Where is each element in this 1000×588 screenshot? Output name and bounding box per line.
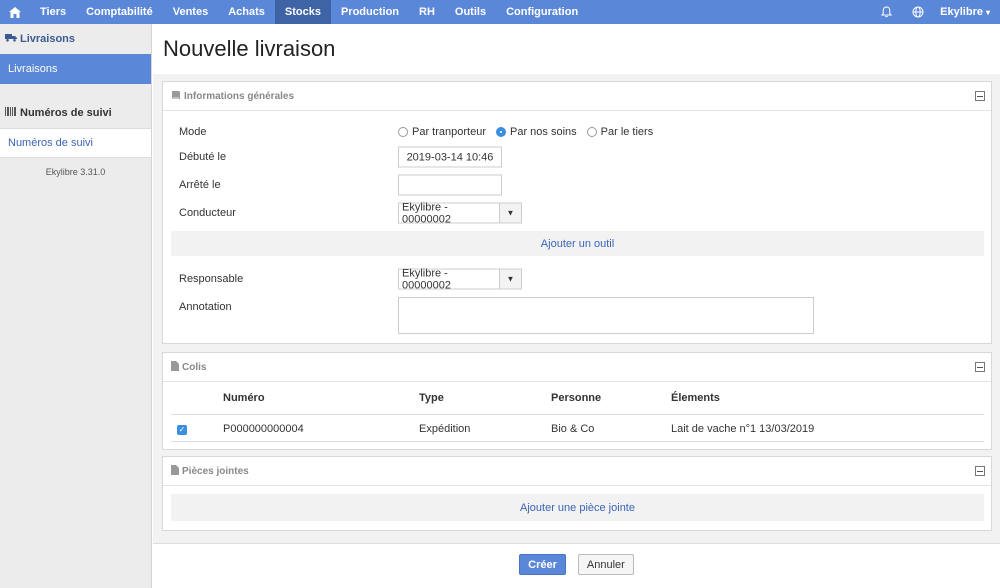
sidebar-item-livraisons[interactable]: Livraisons xyxy=(0,54,151,84)
started-label: Débuté le xyxy=(179,151,227,163)
cell-type: Expédition xyxy=(419,423,471,435)
nav-configuration[interactable]: Configuration xyxy=(496,0,588,24)
cell-numero: P000000000004 xyxy=(223,423,304,435)
radio-par-nos-soins[interactable]: Par nos soins xyxy=(495,126,577,138)
radio-label: Par le tiers xyxy=(600,126,654,138)
general-info-panel: Informations générales Mode Par tranport… xyxy=(162,81,992,344)
radio-button-icon xyxy=(398,127,408,137)
annotation-textarea[interactable] xyxy=(398,297,814,334)
responsible-row: Responsable Ekylibre - 00000002 ▼ xyxy=(163,267,991,291)
panel-header: Informations générales xyxy=(163,82,991,111)
collapse-icon[interactable] xyxy=(975,362,985,372)
home-icon[interactable] xyxy=(0,0,30,24)
bell-icon[interactable] xyxy=(870,0,902,24)
add-attachment-link[interactable]: Ajouter une pièce jointe xyxy=(520,502,635,514)
add-tool-link[interactable]: Ajouter un outil xyxy=(541,238,614,250)
caret-down-icon: ▼ xyxy=(499,269,521,289)
responsible-label: Responsable xyxy=(179,273,244,285)
radio-label: Par nos soins xyxy=(509,126,577,138)
barcode-icon xyxy=(5,107,17,119)
user-menu[interactable]: Ekylibre ▾ xyxy=(934,0,1000,24)
mode-label: Mode xyxy=(179,126,207,138)
cell-elements: Lait de vache n°1 13/03/2019 xyxy=(671,423,815,435)
started-row: Débuté le 2019-03-14 10:46 xyxy=(163,145,991,169)
nav-achats[interactable]: Achats xyxy=(218,0,275,24)
add-attachment-bar: Ajouter une pièce jointe xyxy=(171,494,984,521)
sidebar-item-numeros-de-suivi[interactable]: Numéros de suivi xyxy=(0,128,151,158)
sidebar: Livraisons Livraisons Numéros de suivi N… xyxy=(0,24,152,588)
col-elements: Élements xyxy=(671,392,720,404)
app-version: Ekylibre 3.31.0 xyxy=(45,167,106,177)
stopped-label: Arrêté le xyxy=(179,179,221,191)
cancel-button[interactable]: Annuler xyxy=(577,554,634,575)
top-navbar: Tiers Comptabilité Ventes Achats Stocks … xyxy=(0,0,1000,24)
panel-header: Pièces jointes xyxy=(163,457,991,486)
panel-header: Colis xyxy=(163,353,991,382)
file-icon xyxy=(171,464,179,478)
radio-par-transporteur[interactable]: Par tranporteur xyxy=(398,126,486,138)
nav-production[interactable]: Production xyxy=(331,0,409,24)
annotation-label: Annotation xyxy=(179,301,232,313)
nav-stocks[interactable]: Stocks xyxy=(274,0,331,24)
started-at-input[interactable]: 2019-03-14 10:46 xyxy=(398,146,502,168)
col-numero: Numéro xyxy=(223,392,265,404)
table-divider xyxy=(171,414,984,415)
globe-icon[interactable] xyxy=(902,0,934,24)
nav-tiers[interactable]: Tiers xyxy=(30,0,76,24)
mode-radio-group: Par tranporteur Par nos soins Par le tie… xyxy=(398,126,653,138)
create-button[interactable]: Créer xyxy=(519,554,566,575)
radio-label: Par tranporteur xyxy=(412,126,486,138)
radio-par-le-tiers[interactable]: Par le tiers xyxy=(586,126,654,138)
collapse-icon[interactable] xyxy=(975,466,985,476)
chevron-down-icon: ▾ xyxy=(985,7,990,17)
panel-title: Pièces jointes xyxy=(182,465,249,477)
file-icon xyxy=(171,360,179,374)
cell-personne: Bio & Co xyxy=(551,423,595,435)
responsible-select[interactable]: Ekylibre - 00000002 ▼ xyxy=(398,267,522,291)
attachments-panel: Pièces jointes Ajouter une pièce jointe xyxy=(162,456,992,531)
table-divider xyxy=(171,441,984,442)
action-bar: Créer Annuler xyxy=(153,543,1000,588)
driver-label: Conducteur xyxy=(179,207,236,219)
book-icon xyxy=(171,90,181,102)
add-tool-bar: Ajouter un outil xyxy=(171,231,984,256)
sidebar-section-label: Numéros de suivi xyxy=(20,107,112,119)
panel-title: Colis xyxy=(182,361,207,373)
col-personne: Personne xyxy=(551,392,602,404)
mode-row: Mode Par tranporteur Par nos soins Par l… xyxy=(163,120,991,144)
panel-title: Informations générales xyxy=(184,90,295,102)
responsible-value: Ekylibre - 00000002 xyxy=(402,267,451,291)
driver-select[interactable]: Ekylibre - 00000002 ▼ xyxy=(398,201,522,225)
colis-panel: Colis Numéro Type Personne Élements ✓ P0… xyxy=(162,352,992,450)
row-checkbox[interactable]: ✓ xyxy=(177,425,187,435)
main-content: Nouvelle livraison Informations générale… xyxy=(153,24,1000,588)
driver-value: Ekylibre - 00000002 xyxy=(402,201,451,225)
driver-row: Conducteur Ekylibre - 00000002 ▼ xyxy=(163,201,991,225)
truck-icon xyxy=(5,33,17,45)
user-name: Ekylibre xyxy=(940,6,983,18)
nav-outils[interactable]: Outils xyxy=(445,0,496,24)
sidebar-section-label: Livraisons xyxy=(20,33,76,45)
radio-button-icon xyxy=(586,127,597,137)
sidebar-section-livraisons: Livraisons xyxy=(0,24,151,54)
col-type: Type xyxy=(419,392,444,404)
nav-comptabilite[interactable]: Comptabilité xyxy=(76,0,163,24)
collapse-icon[interactable] xyxy=(975,91,985,101)
stopped-row: Arrêté le xyxy=(163,173,991,197)
radio-button-icon xyxy=(495,127,506,137)
page-title: Nouvelle livraison xyxy=(163,36,336,61)
caret-down-icon: ▼ xyxy=(499,203,521,223)
title-bar: Nouvelle livraison xyxy=(153,24,1000,74)
stopped-at-input[interactable] xyxy=(398,174,502,196)
sidebar-section-numeros-de-suivi: Numéros de suivi xyxy=(0,98,151,128)
nav-rh[interactable]: RH xyxy=(409,0,445,24)
nav-ventes[interactable]: Ventes xyxy=(163,0,218,24)
